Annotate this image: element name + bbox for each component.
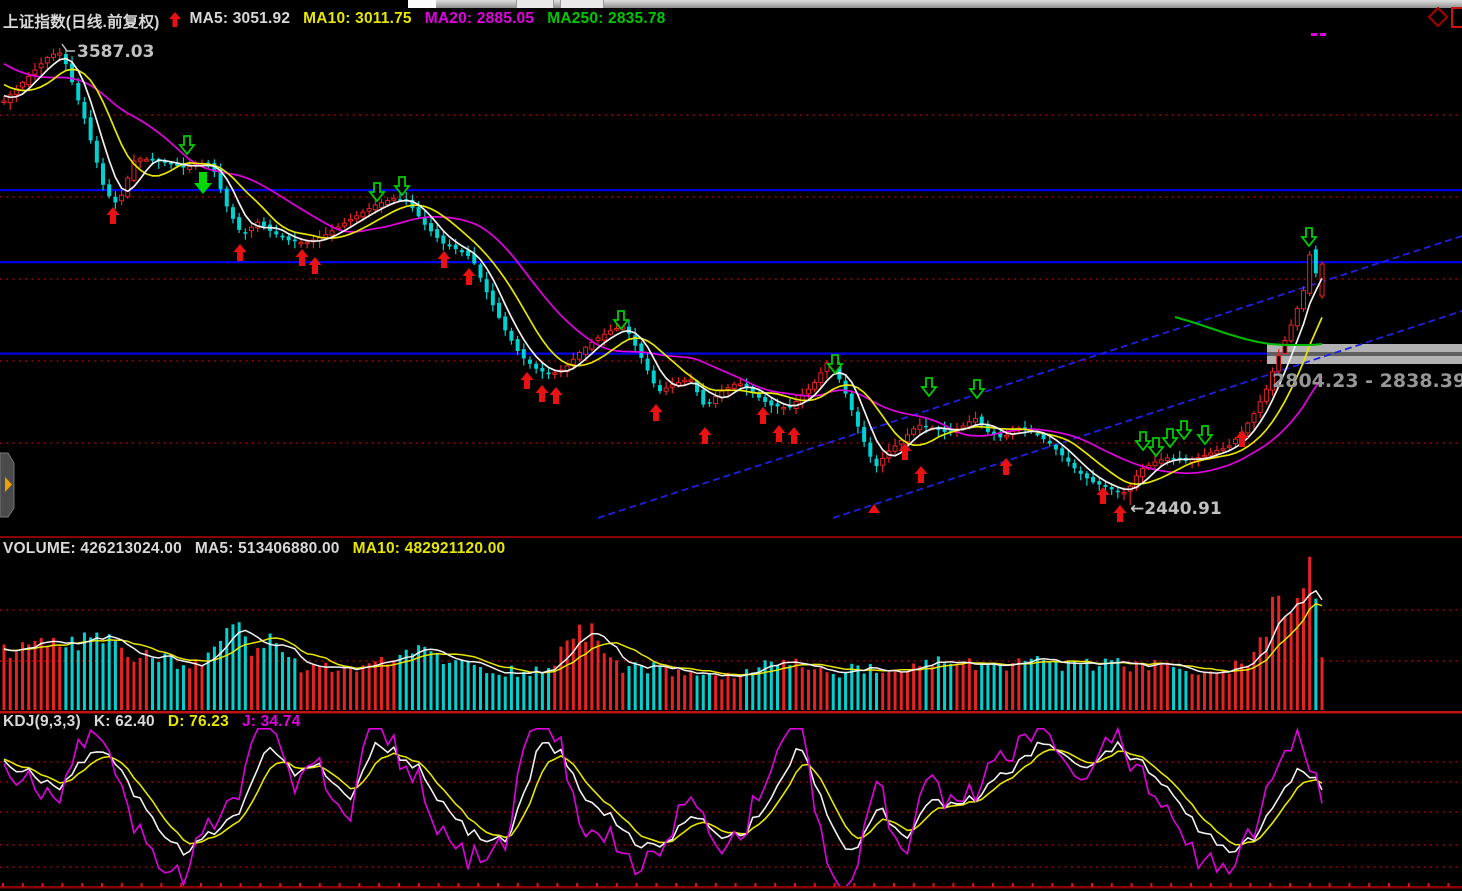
volume-value: VOLUME: 426213024.00	[3, 540, 182, 558]
square-marker-icon	[1452, 8, 1462, 27]
volume-header: VOLUME: 426213024.00 MA5: 513406880.00 M…	[3, 540, 505, 558]
kdj-j-value: J: 34.74	[242, 713, 300, 731]
stock-chart-window: 3587.03←2440.912804.23 - 2838.39 上证指数(日线…	[0, 0, 1462, 891]
svg-text:2804.23 - 2838.39: 2804.23 - 2838.39	[1272, 370, 1462, 392]
magenta-dash-marker	[1311, 33, 1326, 36]
kdj-header: KDJ(9,3,3) K: 62.40 D: 76.23 J: 34.74	[3, 713, 300, 731]
kdj-k-value: K: 62.40	[94, 713, 155, 731]
svg-text:3587.03: 3587.03	[77, 42, 154, 62]
volume-ma10-value: MA10: 482921120.00	[353, 540, 506, 558]
svg-text:←2440.91: ←2440.91	[1130, 499, 1222, 519]
chart-canvas[interactable]: 3587.03 ←2440.91 2804.23 - 2838.39	[0, 0, 1462, 891]
kdj-d-value: D: 76.23	[168, 713, 229, 731]
sidebar-expand-tab[interactable]	[0, 450, 18, 525]
kdj-name: KDJ(9,3,3)	[3, 713, 81, 731]
diamond-marker-icon	[1429, 8, 1447, 26]
volume-ma5-value: MA5: 513406880.00	[195, 540, 340, 558]
top-right-icons	[0, 0, 1462, 45]
